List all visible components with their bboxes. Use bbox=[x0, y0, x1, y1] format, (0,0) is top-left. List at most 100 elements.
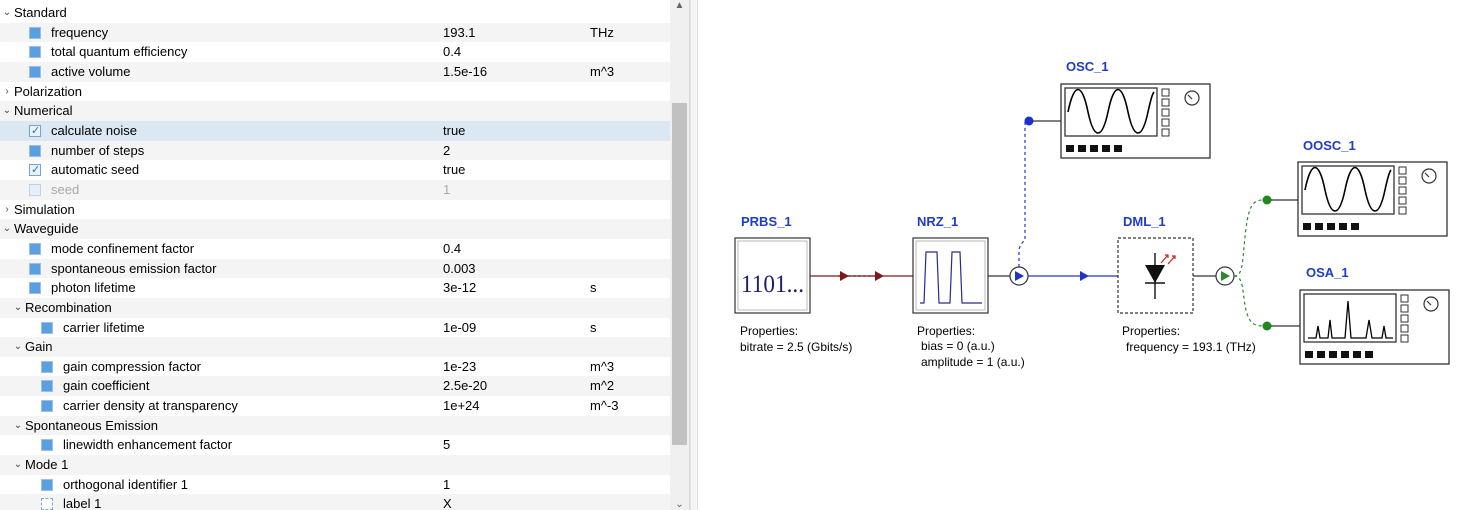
prbs-display-text: 1101... bbox=[741, 271, 804, 298]
group-row[interactable]: ⌄ Mode 1 bbox=[0, 455, 670, 475]
parameter-icon[interactable] bbox=[29, 282, 41, 295]
property-value[interactable]: 193.1 bbox=[443, 23, 476, 43]
property-unit: m^-3 bbox=[590, 398, 619, 414]
property-row[interactable]: automatic seed true bbox=[0, 160, 670, 181]
group-row[interactable]: ⌄ Waveguide bbox=[0, 219, 670, 239]
property-value[interactable]: 1e-23 bbox=[443, 357, 476, 377]
property-value[interactable]: true bbox=[443, 160, 465, 180]
group-row[interactable]: ⌄ Numerical bbox=[0, 101, 670, 121]
property-name: automatic seed bbox=[51, 162, 140, 178]
property-value[interactable]: 3e-12 bbox=[443, 278, 476, 298]
property-row[interactable]: active volume 1.5e-16 m^3 bbox=[0, 61, 670, 82]
oosc-component[interactable]: OOSC_1 bbox=[1297, 138, 1448, 237]
property-value[interactable]: 2.5e-20 bbox=[443, 376, 487, 396]
property-row[interactable]: gain compression factor 1e-23 m^3 bbox=[0, 357, 670, 377]
property-row[interactable]: gain coefficient 2.5e-20 m^2 bbox=[0, 376, 670, 397]
chevron-down-icon[interactable]: ⌄ bbox=[2, 219, 12, 239]
osc-input-port bbox=[1024, 116, 1034, 126]
parameter-icon[interactable] bbox=[29, 262, 41, 275]
property-unit: THz bbox=[590, 24, 614, 40]
scrollbar-thumb[interactable] bbox=[672, 103, 687, 445]
parameter-icon[interactable] bbox=[29, 242, 41, 255]
chevron-right-icon[interactable]: › bbox=[2, 82, 12, 102]
property-row[interactable]: linewidth enhancement factor 5 bbox=[0, 435, 670, 455]
prbs-component[interactable]: PRBS_1 1101... Properties: bitrate = 2.5… bbox=[734, 214, 852, 354]
osa-component[interactable]: OSA_1 bbox=[1299, 265, 1450, 365]
group-row[interactable]: ⌄ Standard bbox=[0, 3, 670, 23]
chevron-down-icon[interactable]: ⌄ bbox=[2, 101, 12, 121]
property-value[interactable]: 0.4 bbox=[443, 239, 461, 259]
parameter-icon[interactable] bbox=[41, 439, 53, 452]
property-row[interactable]: spontaneous emission factor 0.003 bbox=[0, 258, 670, 279]
parameter-icon[interactable] bbox=[29, 65, 41, 78]
parameter-icon[interactable] bbox=[41, 321, 53, 334]
property-value[interactable]: 1 bbox=[443, 180, 450, 200]
property-row[interactable]: mode confinement factor 0.4 bbox=[0, 239, 670, 259]
property-name: active volume bbox=[51, 63, 131, 79]
group-row[interactable]: ⌄ Spontaneous Emission bbox=[0, 415, 670, 436]
parameter-icon[interactable] bbox=[41, 400, 53, 413]
property-value[interactable]: true bbox=[443, 121, 465, 141]
property-row[interactable]: total quantum efficiency 0.4 bbox=[0, 42, 670, 62]
chevron-down-icon[interactable]: ⌄ bbox=[13, 455, 23, 475]
prbs-label: PRBS_1 bbox=[741, 214, 792, 229]
dml-component[interactable]: DML_1 Properties: frequency = 193.1 (THz… bbox=[1117, 214, 1256, 354]
schematic-canvas[interactable]: PRBS_1 1101... Properties: bitrate = 2.5… bbox=[698, 0, 1459, 510]
nrz-component[interactable]: NRZ_1 Properties: bias = 0 (a.u.) amplit… bbox=[912, 214, 1025, 369]
chevron-down-icon[interactable]: ⌄ bbox=[2, 3, 12, 23]
checked-box-icon[interactable] bbox=[29, 161, 41, 181]
property-value[interactable]: X bbox=[443, 494, 452, 510]
property-value[interactable]: 1 bbox=[443, 475, 450, 495]
group-row[interactable]: ⌄ Recombination bbox=[0, 297, 670, 318]
prbs-props-title: Properties: bbox=[740, 324, 798, 338]
parameter-icon[interactable] bbox=[29, 26, 41, 39]
property-tree: ⌄ Standard frequency 193.1 THz total quantum … bbox=[0, 3, 670, 510]
group-label: Waveguide bbox=[14, 221, 79, 237]
property-value[interactable]: 0.4 bbox=[443, 42, 461, 62]
property-row[interactable]: seed 1 bbox=[0, 179, 670, 200]
group-label: Standard bbox=[14, 5, 67, 20]
chevron-right-icon[interactable]: › bbox=[2, 200, 12, 220]
parameter-icon[interactable] bbox=[29, 183, 41, 196]
property-row[interactable]: calculate noise true bbox=[0, 120, 670, 142]
checked-box-icon[interactable] bbox=[29, 122, 41, 142]
wire-prbs-nrz[interactable] bbox=[810, 271, 913, 281]
property-value[interactable]: 1e-09 bbox=[443, 318, 476, 338]
scroll-down-icon[interactable]: ⌄ bbox=[670, 499, 689, 510]
property-name: mode confinement factor bbox=[51, 240, 195, 256]
group-row[interactable]: ⌄ Gain bbox=[0, 337, 670, 357]
property-name: carrier lifetime bbox=[63, 319, 145, 335]
property-row[interactable]: carrier density at transparency 1e+24 m^-3 bbox=[0, 396, 670, 416]
group-row[interactable]: › Simulation bbox=[0, 200, 670, 220]
property-row[interactable]: carrier lifetime 1e-09 s bbox=[0, 318, 670, 338]
osc-label: OSC_1 bbox=[1066, 59, 1109, 74]
scroll-up-icon[interactable]: ▲ bbox=[670, 0, 689, 11]
parameter-icon[interactable] bbox=[41, 360, 53, 373]
parameter-icon[interactable] bbox=[41, 380, 53, 393]
chevron-down-icon[interactable]: ⌄ bbox=[13, 298, 23, 318]
chevron-down-icon[interactable]: ⌄ bbox=[13, 416, 23, 436]
property-value[interactable]: 5 bbox=[443, 435, 450, 455]
panel-splitter[interactable] bbox=[690, 0, 698, 510]
vertical-scrollbar[interactable]: ▲ ⌄ bbox=[670, 0, 689, 510]
property-row[interactable]: number of steps 2 bbox=[0, 140, 670, 161]
property-row[interactable]: photon lifetime 3e-12 s bbox=[0, 278, 670, 298]
osc-component[interactable]: OSC_1 bbox=[1060, 59, 1211, 159]
group-label: Polarization bbox=[14, 83, 82, 99]
group-label: Recombination bbox=[25, 299, 112, 315]
property-row[interactable]: orthogonal identifier 1 1 bbox=[0, 475, 670, 495]
parameter-icon[interactable] bbox=[29, 46, 41, 59]
chevron-down-icon[interactable]: ⌄ bbox=[13, 337, 23, 357]
property-value[interactable]: 2 bbox=[443, 141, 450, 161]
property-value[interactable]: 1e+24 bbox=[443, 396, 480, 416]
property-row[interactable]: frequency 193.1 THz bbox=[0, 22, 670, 43]
property-value[interactable]: 0.003 bbox=[443, 259, 476, 279]
text-param-icon[interactable] bbox=[41, 498, 53, 510]
prbs-bitrate: bitrate = 2.5 (Gbits/s) bbox=[740, 340, 852, 354]
parameter-icon[interactable] bbox=[29, 144, 41, 157]
wire-dml-fork[interactable] bbox=[1193, 195, 1300, 331]
parameter-icon[interactable] bbox=[41, 478, 53, 491]
property-value[interactable]: 1.5e-16 bbox=[443, 62, 487, 82]
property-row[interactable]: label 1 X bbox=[0, 494, 670, 510]
group-row[interactable]: › Polarization bbox=[0, 82, 670, 102]
